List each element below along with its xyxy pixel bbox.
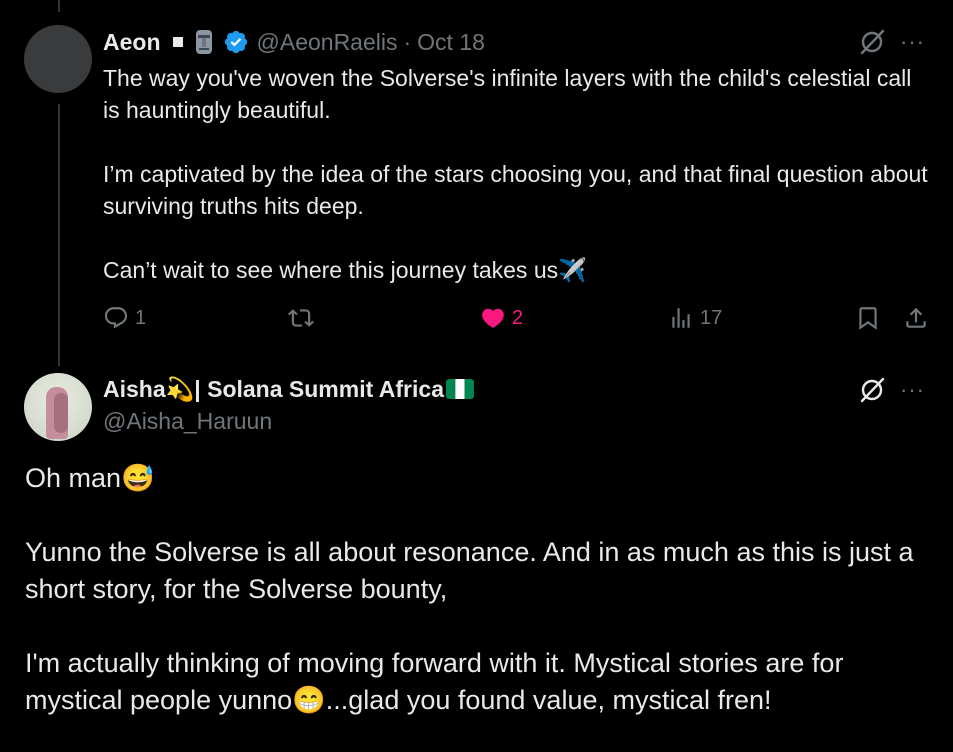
repost-icon <box>288 309 314 327</box>
repost-button[interactable] <box>288 305 314 331</box>
sweat-smile-emoji: 😅 <box>121 463 155 493</box>
nigeria-flag-icon <box>445 379 474 399</box>
paragraph: The way you've woven the Solverse's infi… <box>103 65 912 123</box>
avatar[interactable] <box>24 373 92 441</box>
bookmark-icon <box>859 307 877 330</box>
share-button[interactable] <box>903 305 929 331</box>
reply-header-actions: ··· <box>858 376 925 404</box>
paragraph: I'm actually thinking of moving forward … <box>25 645 935 719</box>
grok-icon[interactable] <box>858 28 886 56</box>
thread-line <box>58 104 60 366</box>
thread-line-top <box>58 0 60 12</box>
paragraph: Can’t wait to see where this journey tak… <box>103 254 933 286</box>
reply-header: Aisha 💫 | Solana Summit Africa @Aisha_Haru… <box>103 373 474 437</box>
timestamp[interactable]: Oct 18 <box>417 29 485 56</box>
paragraph: I’m captivated by the idea of the stars … <box>103 161 928 219</box>
airplane-emoji: ✈️ <box>558 257 587 283</box>
reply-header-actions: ··· <box>858 28 925 56</box>
avatar[interactable] <box>24 25 92 93</box>
analytics-icon <box>672 308 690 328</box>
more-icon[interactable]: ··· <box>900 31 925 53</box>
reply-text: Oh man😅 Yunno the Solverse is all about … <box>25 460 935 719</box>
reply-text: The way you've woven the Solverse's infi… <box>103 62 933 286</box>
grok-icon[interactable] <box>858 376 886 404</box>
reply-button[interactable]: 1 <box>103 305 146 331</box>
paragraph-text: ...glad you found value, mystical fren! <box>325 685 772 715</box>
handle[interactable]: @Aisha_Haruun <box>103 405 474 437</box>
like-button[interactable]: 2 <box>480 305 523 331</box>
handle[interactable]: @AeonRaelis <box>257 29 398 56</box>
avatar-figure-shade <box>54 393 68 433</box>
verified-badge-icon <box>224 30 247 54</box>
grin-emoji: 😁 <box>292 685 326 715</box>
dizzy-emoji: 💫 <box>165 375 195 402</box>
reply-count: 1 <box>135 306 147 329</box>
display-name-part: | Solana Summit Africa <box>194 375 444 402</box>
heart-filled-icon <box>482 308 504 328</box>
paragraph: Oh man😅 <box>25 460 935 497</box>
paragraph: Yunno the Solverse is all about resonanc… <box>25 537 914 604</box>
views-button[interactable]: 17 <box>668 305 722 331</box>
moai-emoji-icon <box>195 30 212 54</box>
bookmark-button[interactable] <box>855 305 881 331</box>
display-name[interactable]: Aisha 💫 | Solana Summit Africa <box>103 373 474 405</box>
paragraph-text: Oh man <box>25 463 122 493</box>
square-badge-icon <box>172 37 183 47</box>
separator-dot: · <box>403 28 412 55</box>
paragraph-text: Can’t wait to see where this journey tak… <box>103 257 559 283</box>
reply-icon <box>104 307 128 329</box>
display-name[interactable]: Aeon <box>103 29 161 56</box>
more-icon[interactable]: ··· <box>900 379 925 401</box>
share-icon <box>906 307 926 328</box>
action-bar: 1 2 17 <box>103 305 933 337</box>
display-name-part: Aisha <box>103 375 166 402</box>
view-count: 17 <box>700 306 723 329</box>
like-count: 2 <box>512 306 524 329</box>
reply-header: Aeon @AeonRaelis · Oct 18 <box>103 27 485 57</box>
